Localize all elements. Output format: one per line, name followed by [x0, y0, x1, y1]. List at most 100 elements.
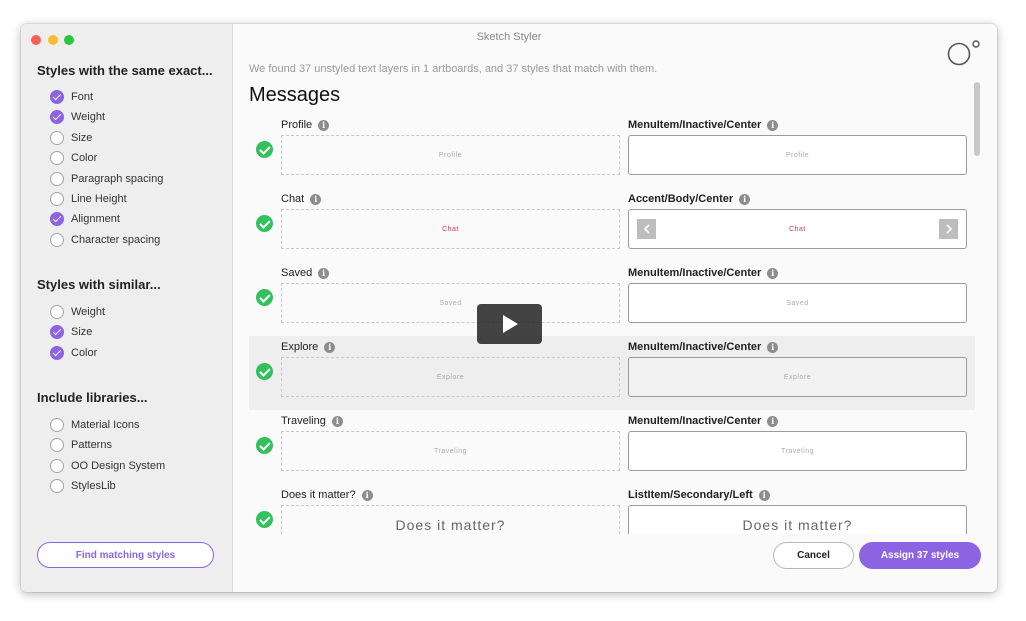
- option-exact-line-height[interactable]: Line Height: [50, 190, 127, 208]
- style-preview-text: Does it matter?: [742, 517, 853, 533]
- checkbox[interactable]: [50, 212, 64, 226]
- checkbox[interactable]: [50, 418, 64, 432]
- style-preview[interactable]: Profile: [628, 135, 967, 175]
- checkbox[interactable]: [50, 90, 64, 104]
- results-list: Profile i Profile MenuItem/Inactive/Cente…: [249, 114, 975, 534]
- option-label: Weight: [71, 111, 106, 123]
- result-row: Saved i Saved MenuItem/Inactive/Center i S…: [249, 262, 975, 336]
- layer-name-text: Explore: [281, 341, 319, 353]
- info-icon[interactable]: i: [758, 489, 770, 501]
- layer-preview-text: Profile: [438, 151, 463, 159]
- info-icon[interactable]: i: [310, 193, 322, 205]
- layer-preview: Chat: [281, 209, 620, 249]
- style-preview[interactable]: Explore: [628, 357, 967, 397]
- style-preview[interactable]: Chat: [628, 209, 967, 249]
- style-preview-text: Explore: [783, 373, 812, 381]
- option-exact-paragraph-spacing[interactable]: Paragraph spacing: [50, 170, 163, 188]
- option-label: Material Icons: [71, 419, 140, 431]
- style-preview[interactable]: Does it matter?: [628, 505, 967, 534]
- style-preview[interactable]: Traveling: [628, 431, 967, 471]
- option-exact-character-spacing[interactable]: Character spacing: [50, 231, 160, 249]
- video-play-button[interactable]: [477, 304, 542, 344]
- style-name-text: Accent/Body/Center: [628, 193, 734, 205]
- check-circle-icon: [256, 511, 273, 528]
- chevron-left-icon: [643, 224, 650, 234]
- option-similar-size[interactable]: Size: [50, 323, 92, 341]
- option-label: StylesLib: [71, 480, 116, 492]
- info-icon[interactable]: i: [767, 119, 779, 131]
- checkbox[interactable]: [50, 110, 64, 124]
- checkbox[interactable]: [50, 192, 64, 206]
- section-title-exact: Styles with the same exact...: [37, 63, 213, 78]
- option-exact-color[interactable]: Color: [50, 149, 97, 167]
- checkbox[interactable]: [50, 131, 64, 145]
- style-name: Accent/Body/Center i: [628, 193, 751, 205]
- check-circle-icon: [256, 289, 273, 306]
- layer-name: Chat i: [281, 193, 322, 205]
- next-style-button[interactable]: [939, 219, 958, 239]
- layer-preview: Saved: [281, 283, 620, 323]
- option-library-styleslib[interactable]: StylesLib: [50, 477, 116, 495]
- info-icon[interactable]: i: [739, 193, 751, 205]
- option-exact-weight[interactable]: Weight: [50, 108, 105, 126]
- checkbox[interactable]: [50, 346, 64, 360]
- window-minimize-button[interactable]: [48, 35, 58, 45]
- previous-style-button[interactable]: [637, 219, 656, 239]
- info-icon[interactable]: i: [331, 415, 343, 427]
- layer-name: Profile i: [281, 119, 330, 131]
- info-icon[interactable]: i: [767, 341, 779, 353]
- option-similar-weight[interactable]: Weight: [50, 303, 105, 321]
- window-maximize-button[interactable]: [64, 35, 74, 45]
- style-name-text: MenuItem/Inactive/Center: [628, 267, 762, 279]
- layer-preview-text: Does it matter?: [395, 517, 506, 533]
- layer-name-text: Chat: [281, 193, 305, 205]
- checkbox[interactable]: [50, 172, 64, 186]
- result-row: Traveling i Traveling MenuItem/Inactive/C…: [249, 410, 975, 484]
- cancel-button[interactable]: Cancel: [773, 542, 854, 569]
- checkbox[interactable]: [50, 438, 64, 452]
- layer-name: Explore i: [281, 341, 336, 353]
- style-name: MenuItem/Inactive/Center i: [628, 415, 779, 427]
- option-exact-font[interactable]: Font: [50, 88, 93, 106]
- checkbox[interactable]: [50, 325, 64, 339]
- info-icon[interactable]: i: [361, 489, 373, 501]
- checkbox[interactable]: [50, 233, 64, 247]
- app-logo-icon: [947, 40, 980, 66]
- option-label: Patterns: [71, 439, 112, 451]
- layer-preview: Explore: [281, 357, 620, 397]
- checkbox[interactable]: [50, 305, 64, 319]
- style-name: MenuItem/Inactive/Center i: [628, 341, 779, 353]
- style-name-text: MenuItem/Inactive/Center: [628, 341, 762, 353]
- info-icon[interactable]: i: [324, 341, 336, 353]
- layer-name-text: Saved: [281, 267, 313, 279]
- option-similar-color[interactable]: Color: [50, 344, 97, 362]
- checkbox[interactable]: [50, 479, 64, 493]
- checkbox[interactable]: [50, 151, 64, 165]
- option-library-oo-design-system[interactable]: OO Design System: [50, 457, 165, 475]
- layer-name: Does it matter? i: [281, 489, 373, 501]
- option-library-patterns[interactable]: Patterns: [50, 436, 112, 454]
- window-title: Sketch Styler: [476, 31, 542, 43]
- layer-preview-text: Saved: [439, 299, 462, 307]
- layer-name-text: Profile: [281, 119, 313, 131]
- style-preview[interactable]: Saved: [628, 283, 967, 323]
- option-label: Paragraph spacing: [71, 173, 164, 185]
- option-exact-size[interactable]: Size: [50, 129, 92, 147]
- section-title-libraries: Include libraries...: [37, 390, 148, 405]
- option-label: Weight: [71, 306, 106, 318]
- option-label: Line Height: [71, 193, 127, 205]
- find-matching-styles-button[interactable]: Find matching styles: [37, 542, 214, 568]
- window-close-button[interactable]: [31, 35, 41, 45]
- layer-preview-text: Explore: [436, 373, 465, 381]
- summary-text: We found 37 unstyled text layers in 1 ar…: [249, 63, 658, 75]
- info-icon[interactable]: i: [318, 267, 330, 279]
- section-title-similar: Styles with similar...: [37, 277, 161, 292]
- info-icon[interactable]: i: [318, 119, 330, 131]
- info-icon[interactable]: i: [767, 267, 779, 279]
- info-icon[interactable]: i: [767, 415, 779, 427]
- assign-styles-button[interactable]: Assign 37 styles: [859, 542, 981, 569]
- option-exact-alignment[interactable]: Alignment: [50, 210, 120, 228]
- checkbox[interactable]: [50, 459, 64, 473]
- option-library-material-icons[interactable]: Material Icons: [50, 416, 139, 434]
- option-label: OO Design System: [71, 460, 166, 472]
